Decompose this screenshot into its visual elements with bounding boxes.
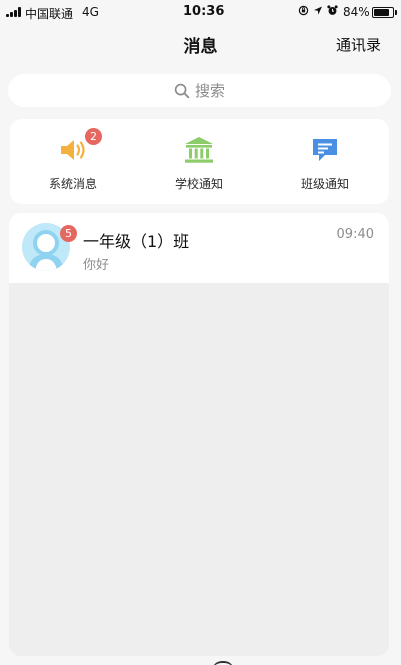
- signal-bars-icon: [6, 7, 21, 17]
- class-notice-label: 班级通知: [300, 177, 349, 191]
- alarm-clock-icon: [327, 5, 338, 15]
- battery-percent: 84%: [343, 5, 370, 19]
- unread-badge: 5: [60, 225, 77, 242]
- messages-screen: 中国联通 4G 10:36 84% 消息 通讯录 搜索 2 系统消息 学校通知 …: [0, 0, 401, 665]
- home-indicator: [212, 661, 234, 665]
- location-arrow-icon: [314, 6, 322, 15]
- carrier-name: 中国联通: [25, 7, 74, 21]
- search-input[interactable]: 搜索: [8, 74, 391, 107]
- school-building-icon: [185, 137, 213, 163]
- school-notice-entry[interactable]: 学校通知: [136, 119, 262, 204]
- system-messages-badge: 2: [85, 128, 102, 145]
- speaker-icon: [61, 140, 85, 160]
- quick-entry-card: 2 系统消息 学校通知 班级通知: [10, 119, 389, 204]
- orientation-lock-icon: [298, 5, 309, 16]
- battery-icon: [372, 7, 397, 18]
- conversation-item[interactable]: 5 一年级（1）班 你好 09:40: [9, 213, 389, 283]
- chat-bubble-icon: [313, 139, 337, 161]
- network-type: 4G: [82, 5, 99, 19]
- conversation-list: 5 一年级（1）班 你好 09:40: [9, 213, 389, 656]
- search-placeholder: 搜索: [194, 82, 225, 100]
- class-notice-entry[interactable]: 班级通知: [262, 119, 388, 204]
- status-bar: 中国联通 4G 10:36 84%: [0, 0, 401, 24]
- contacts-button[interactable]: 通讯录: [336, 34, 381, 55]
- school-notice-label: 学校通知: [174, 177, 223, 191]
- conversation-name: 一年级（1）班: [83, 232, 190, 251]
- conversation-preview: 你好: [83, 258, 110, 273]
- status-time: 10:36: [183, 4, 225, 19]
- system-messages-entry[interactable]: 2 系统消息: [10, 119, 136, 204]
- system-messages-label: 系统消息: [48, 177, 97, 191]
- conversation-time: 09:40: [336, 227, 374, 242]
- status-icons: [298, 5, 338, 16]
- search-icon: [174, 83, 190, 98]
